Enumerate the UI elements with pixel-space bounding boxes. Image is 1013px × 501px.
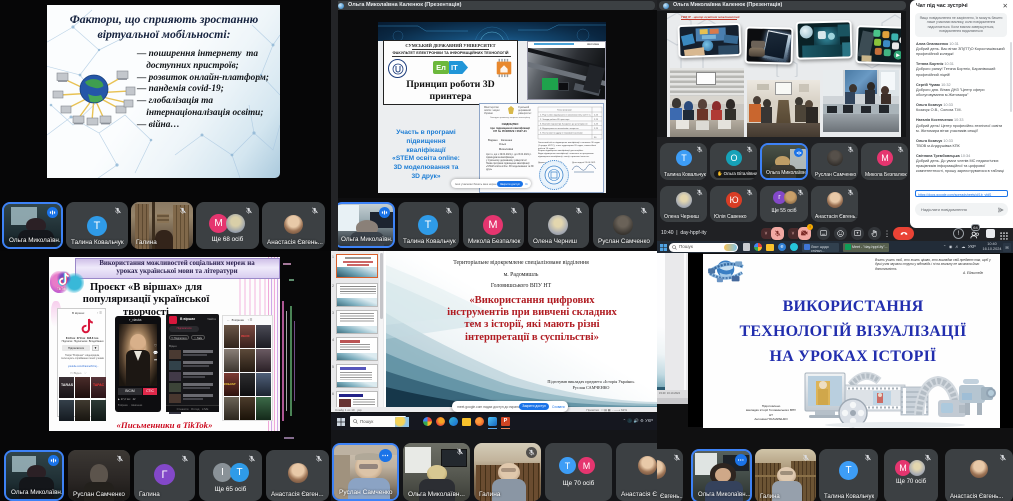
svg-text:1. Ряд та його відображення мо: 1. Ряд та його відображення можливостей … [540,113,591,116]
svg-text:2. Заходи роботи 3D принтера: 2. Заходи роботи 3D принтера [540,119,570,121]
svg-text:2,25: 2,25 [594,123,599,125]
svg-text:5. Постанови по друку з творчи: 5. Постанови по друку з творчими засобам… [540,132,583,134]
svg-text:4. Відпрацювання механізмів ст: 4. Відпрацювання механізмів створення [540,127,579,130]
svg-text:30: 30 [594,137,597,139]
svg-text:3. Важливі параметри 3-барабст: 3. Важливі параметри 3-барабст до устатк… [540,122,588,125]
svg-text:2,25: 2,25 [594,128,599,130]
svg-text:2,25: 2,25 [594,119,599,121]
svg-text:Тема програми: Тема програми [557,110,572,112]
svg-text:2,25: 2,25 [594,114,599,116]
